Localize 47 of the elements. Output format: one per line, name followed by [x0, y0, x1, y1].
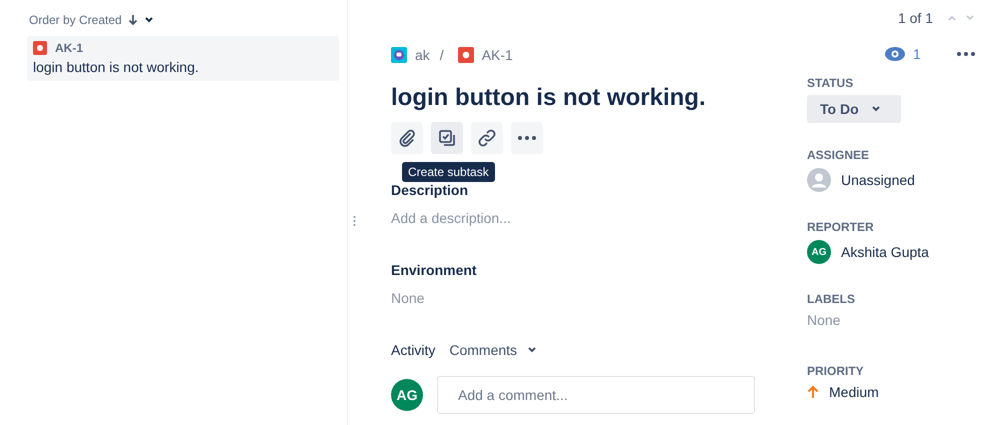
subtask-icon [438, 129, 456, 147]
user-name[interactable]: Akshita Gupta [841, 244, 929, 260]
activity-label: Activity [391, 342, 436, 358]
user-placeholder-icon [807, 168, 831, 192]
watcher-count[interactable]: 1 [913, 46, 921, 62]
subtask-button[interactable] [431, 122, 463, 154]
user-name[interactable]: Unassigned [841, 172, 915, 188]
issue-key-link[interactable]: AK-1 [482, 47, 513, 63]
paperclip-icon [398, 129, 416, 147]
field-label: LABELS [807, 292, 856, 306]
attach-button[interactable] [391, 122, 423, 154]
status-dropdown[interactable]: To Do [807, 95, 901, 123]
eye-icon[interactable] [885, 47, 905, 61]
project-avatar-icon[interactable] [391, 47, 407, 63]
comment-field[interactable]: Add a comment... [437, 376, 755, 414]
link-icon [477, 129, 497, 147]
sort-label[interactable]: Order by Created [29, 13, 122, 27]
section-heading: Description [391, 182, 470, 198]
user-avatar: AG [391, 379, 423, 411]
field-label: ASSIGNEE [807, 148, 870, 162]
chevron-down-icon [527, 346, 538, 354]
field-label: STATUS [807, 76, 854, 90]
link-button[interactable] [471, 122, 503, 154]
issue-summary: login button is not working. [33, 59, 200, 75]
tooltip: Create subtask [402, 162, 495, 182]
bug-icon [33, 41, 47, 55]
chevron-down-icon [870, 105, 881, 113]
field-label: PRIORITY [807, 364, 865, 378]
issue-card[interactable]: AK-1 login button is not working. [27, 36, 339, 81]
user-avatar: AG [807, 240, 831, 264]
more-icon[interactable] [956, 52, 975, 56]
more-icon [518, 136, 536, 140]
project-link[interactable]: ak [415, 47, 430, 63]
issue-key: AK-1 [55, 41, 84, 55]
priority-value[interactable]: Medium [829, 384, 879, 400]
chevron-down-icon[interactable] [144, 16, 154, 24]
breadcrumb-separator: / [440, 47, 444, 63]
pager-text: 1 of 1 [898, 10, 933, 26]
resize-handle-icon[interactable] [352, 214, 356, 226]
section-heading: Environment [391, 262, 478, 278]
comments-dropdown[interactable]: Comments [441, 342, 546, 358]
bug-icon [458, 47, 474, 63]
arrow-up-icon [807, 385, 819, 399]
more-button[interactable] [511, 122, 543, 154]
arrow-down-icon[interactable] [128, 14, 138, 26]
issue-title[interactable]: login button is not working. [391, 84, 774, 112]
field-label: REPORTER [807, 220, 875, 234]
